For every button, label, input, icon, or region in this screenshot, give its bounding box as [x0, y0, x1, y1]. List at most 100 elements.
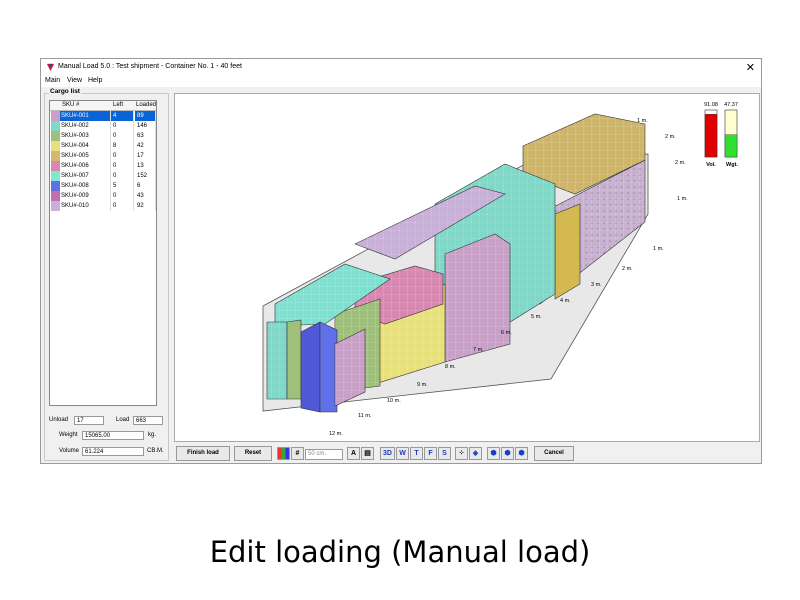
col-loaded[interactable]: Loaded [136, 102, 156, 108]
rotate-x-icon[interactable]: ⬢ [487, 447, 500, 460]
distance-label: 1 m. [677, 196, 688, 202]
table-row[interactable]: SKU#-009 0 43 [50, 191, 156, 201]
left-cell: 4 [111, 111, 134, 121]
volume-field[interactable]: 61.224 [82, 447, 144, 456]
weight-label: Weight [59, 432, 78, 438]
table-row[interactable]: SKU#-005 0 17 [50, 151, 156, 161]
color-swatch [51, 131, 60, 141]
left-cell: 0 [111, 131, 134, 141]
menu-view[interactable]: View [67, 77, 82, 84]
left-cell: 5 [111, 181, 134, 191]
cargo-table[interactable]: SKU # Left Loaded SKU#-001 4 89 SKU#-002 0 14… [49, 100, 157, 406]
title-bar: Manual Load 5.0 : Test shipment - Contai… [41, 59, 761, 76]
loaded-cell: 152 [135, 171, 156, 181]
cargo-block [319, 321, 338, 413]
vol-value: 91.08 [704, 102, 718, 108]
rotate-z-icon[interactable]: ⬢ [515, 447, 528, 460]
loaded-cell: 13 [135, 161, 156, 171]
volume-unit: CB.M. [147, 448, 164, 454]
table-row[interactable]: SKU#-004 8 42 [50, 141, 156, 151]
color-swatch [51, 151, 60, 161]
distance-label: 6 m. [501, 330, 512, 336]
view-3d-button[interactable]: 3D [380, 447, 395, 460]
cargo-block [554, 203, 581, 300]
sku-cell: SKU#-002 [60, 121, 111, 131]
table-header: SKU # Left Loaded [50, 101, 156, 111]
grid-size-select[interactable]: 50 cm. [305, 449, 343, 460]
arrange-icon[interactable]: ⁘ [455, 447, 468, 460]
col-sku[interactable]: SKU # [62, 102, 79, 108]
color-swatch [51, 201, 60, 211]
reset-button[interactable]: Reset [234, 446, 272, 461]
load-plan-drawing[interactable]: 1 m. 2 m. 2 m. 1 m. 1 m. 2 m. 3 m. 4 m. 5 m. 6 m.… [175, 94, 759, 441]
left-cell: 0 [111, 151, 134, 161]
box-view-icon[interactable]: ◈ [469, 447, 482, 460]
table-row[interactable]: SKU#-008 5 6 [50, 181, 156, 191]
sku-cell: SKU#-007 [60, 171, 111, 181]
distance-label: 2 m. [665, 134, 676, 140]
col-left[interactable]: Left [113, 102, 123, 108]
view-t-button[interactable]: T [410, 447, 423, 460]
color-swatch [51, 141, 60, 151]
menu-main[interactable]: Main [45, 77, 60, 84]
left-cell: 0 [111, 171, 134, 181]
grid-icon[interactable]: # [291, 447, 304, 460]
table-row[interactable]: SKU#-007 0 152 [50, 171, 156, 181]
wgt-gauge-fill [724, 134, 738, 158]
load-field[interactable]: 663 [133, 416, 163, 425]
table-row[interactable]: SKU#-006 0 13 [50, 161, 156, 171]
loaded-cell: 42 [135, 141, 156, 151]
close-icon[interactable]: ✕ [746, 61, 755, 74]
menu-help[interactable]: Help [88, 77, 102, 84]
view-f-button[interactable]: F [424, 447, 437, 460]
distance-label: 12 m. [329, 431, 343, 437]
table-row[interactable]: SKU#-003 0 63 [50, 131, 156, 141]
color-swatch [51, 111, 60, 121]
cancel-button[interactable]: Cancel [534, 446, 574, 461]
distance-label: 5 m. [531, 314, 542, 320]
distance-label: 1 m. [653, 246, 664, 252]
app-logo-icon [46, 63, 55, 72]
distance-label: 8 m. [445, 364, 456, 370]
weight-unit: kg. [148, 432, 157, 438]
color-swatch [51, 181, 60, 191]
distance-label: 9 m. [417, 382, 428, 388]
loaded-cell: 43 [135, 191, 156, 201]
distance-label: 2 m. [675, 160, 686, 166]
sku-cell: SKU#-006 [60, 161, 111, 171]
left-cell: 0 [111, 161, 134, 171]
distance-label: 10 m. [387, 398, 401, 404]
finish-load-button[interactable]: Finish load [176, 446, 230, 461]
view-w-button[interactable]: W [396, 447, 409, 460]
distance-label: 11 m. [358, 413, 372, 419]
text-label-icon[interactable]: A [347, 447, 360, 460]
unload-field[interactable]: 17 [74, 416, 104, 425]
color-swatch [51, 171, 60, 181]
sku-cell: SKU#-010 [60, 201, 111, 211]
cargo-block [300, 321, 321, 413]
table-row[interactable]: SKU#-001 4 89 [50, 111, 156, 121]
container-3d-view[interactable]: 1 m. 2 m. 2 m. 1 m. 1 m. 2 m. 3 m. 4 m. 5 m. 6 m.… [174, 93, 760, 442]
bottom-toolbar: Finish load Reset # 50 cm. A ▤ 3D W T F … [174, 445, 760, 463]
cargo-block [286, 319, 302, 400]
color-swatch [51, 161, 60, 171]
weight-field[interactable]: 15065.00 [82, 431, 144, 440]
distance-label: 1 m. [637, 118, 648, 124]
window-title: Manual Load 5.0 : Test shipment - Contai… [58, 63, 242, 70]
table-row[interactable]: SKU#-002 0 146 [50, 121, 156, 131]
view-s-button[interactable]: S [438, 447, 451, 460]
loaded-cell: 6 [135, 181, 156, 191]
unload-label: Unload [49, 417, 69, 423]
rotate-y-icon[interactable]: ⬢ [501, 447, 514, 460]
menu-bar: Main View Help [41, 76, 761, 87]
left-cell: 0 [111, 121, 134, 131]
color-swatch [51, 121, 60, 131]
table-row[interactable]: SKU#-010 0 92 [50, 201, 156, 211]
loaded-cell: 146 [135, 121, 156, 131]
loaded-cell: 17 [135, 151, 156, 161]
color-palette-icon[interactable] [277, 447, 290, 460]
left-cell: 0 [111, 201, 134, 211]
vol-label: Vol. [706, 162, 716, 168]
copy-icon[interactable]: ▤ [361, 447, 374, 460]
sku-cell: SKU#-009 [60, 191, 111, 201]
